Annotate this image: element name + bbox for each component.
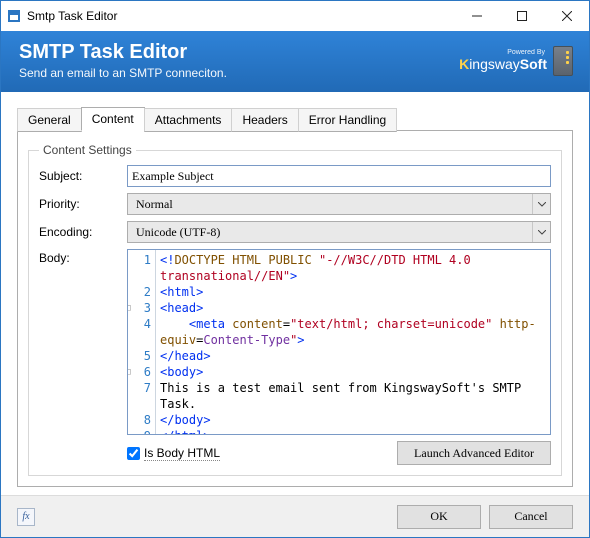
server-icon [553,46,573,76]
launch-advanced-editor-button[interactable]: Launch Advanced Editor [397,441,551,465]
ok-button[interactable]: OK [397,505,481,529]
content-settings-legend: Content Settings [39,143,136,157]
line-no: 1 [128,252,151,268]
close-icon [562,11,572,21]
encoding-select[interactable]: Unicode (UTF-8) [127,221,551,243]
minimize-button[interactable] [454,1,499,31]
tab-headers[interactable]: Headers [231,108,298,132]
banner-title: SMTP Task Editor [19,41,459,64]
tab-general[interactable]: General [17,108,82,132]
tab-error-handling[interactable]: Error Handling [298,108,397,132]
body-label: Body: [39,249,127,435]
line-no: 7 [128,380,151,396]
is-body-html-label: Is Body HTML [144,446,220,461]
expression-button[interactable]: fx [17,508,35,526]
banner: SMTP Task Editor Send an email to an SMT… [1,31,589,92]
maximize-icon [517,11,527,21]
tabstrip: General Content Attachments Headers Erro… [17,106,573,130]
powered-by-label: Powered By [459,49,545,56]
title-bar: Smtp Task Editor [1,1,589,31]
cancel-button[interactable]: Cancel [489,505,573,529]
priority-value: Normal [132,197,173,212]
line-no: 8 [128,412,151,428]
subject-label: Subject: [39,169,127,183]
window: Smtp Task Editor SMTP Task Editor Send a… [0,0,590,538]
minimize-icon [472,11,482,21]
maximize-button[interactable] [499,1,544,31]
footer: fx OK Cancel [1,495,589,537]
line-gutter: 1 2 3 4 5 6 7 8 9 [128,250,156,434]
encoding-value: Unicode (UTF-8) [132,225,220,240]
body-editor[interactable]: 1 2 3 4 5 6 7 8 9 [127,249,551,435]
line-no: 2 [128,284,151,300]
window-title: Smtp Task Editor [27,9,454,23]
line-no: 3 [128,300,151,316]
is-body-html-checkbox[interactable]: Is Body HTML [127,446,220,461]
priority-label: Priority: [39,197,127,211]
code-area[interactable]: <!DOCTYPE HTML PUBLIC "-//W3C//DTD HTML … [156,250,550,434]
line-no: 6 [128,364,151,380]
priority-select[interactable]: Normal [127,193,551,215]
client-area: General Content Attachments Headers Erro… [1,92,589,495]
subject-input[interactable] [127,165,551,187]
close-button[interactable] [544,1,589,31]
tab-attachments[interactable]: Attachments [144,108,233,132]
content-settings-group: Content Settings Subject: Priority: Norm… [28,143,562,476]
brand-logo: Powered By KingswaySoft [459,49,547,72]
tab-content[interactable]: Content [81,107,145,131]
chevron-down-icon [532,194,550,214]
app-icon [1,9,27,23]
line-no: 4 [128,316,151,332]
is-body-html-input[interactable] [127,447,140,460]
line-no: 5 [128,348,151,364]
caption-buttons [454,1,589,31]
chevron-down-icon [532,222,550,242]
encoding-label: Encoding: [39,225,127,239]
tab-panel: Content Settings Subject: Priority: Norm… [17,130,573,487]
banner-subtitle: Send an email to an SMTP conneciton. [19,66,459,80]
line-no: 9 [128,428,151,435]
